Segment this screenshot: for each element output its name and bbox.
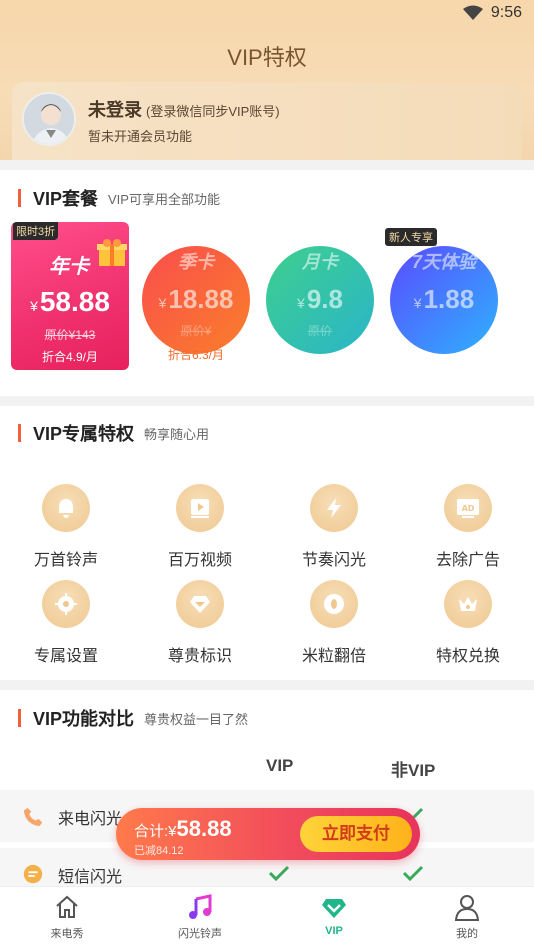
privilege-no-ads[interactable]: AD 去除广告 <box>408 484 528 570</box>
gear-icon <box>55 593 77 615</box>
section-title: VIP功能对比 <box>33 709 135 729</box>
home-icon <box>56 895 78 918</box>
bell-icon <box>59 499 73 518</box>
section-header: VIP套餐 VIP可享用全部功能 <box>18 185 220 211</box>
message-icon <box>23 864 43 884</box>
vip-header: 9:56 VIP特权 未登录 (登录微信同步VIP账号) 暂未开通会员功能 <box>0 0 534 160</box>
pay-now-button[interactable]: 立即支付 <box>300 816 412 852</box>
diamond-icon <box>190 596 210 613</box>
package-price: ¥9.8 <box>297 284 343 314</box>
section-title: VIP专属特权 <box>33 424 135 444</box>
compare-feature-label: 来电闪光 <box>58 811 123 828</box>
limited-discount-badge: 限时3折 <box>13 222 59 240</box>
flash-icon <box>327 498 341 518</box>
login-hint: (登录微信同步VIP账号) <box>146 104 280 119</box>
section-accent-bar <box>18 189 21 207</box>
payment-bar: 合计:¥58.88 已减84.12 立即支付 <box>116 808 420 860</box>
tab-flash-ringtone[interactable]: 闪光铃声 <box>150 893 250 941</box>
default-avatar-icon <box>24 94 74 144</box>
check-icon <box>268 865 290 882</box>
check-icon <box>402 865 424 882</box>
section-subtitle: 尊贵权益一目了然 <box>144 711 249 727</box>
original-price: 原价¥143 <box>44 328 96 342</box>
new-user-badge: 新人专享 <box>385 228 437 246</box>
avatar[interactable] <box>22 92 76 146</box>
tab-vip[interactable]: VIP <box>284 893 384 937</box>
privilege-ringtones[interactable]: 万首铃声 <box>6 484 126 570</box>
package-year-card[interactable]: 限时3折 年卡 ¥58.88 原价¥143 折合4.9/月 <box>11 222 129 370</box>
privilege-exchange[interactable]: 特权兑换 <box>408 580 528 666</box>
package-trial-card[interactable]: 7天体验 ¥1.88 <box>390 246 498 354</box>
package-month-card[interactable]: 月卡 ¥9.8 原价 <box>266 246 374 354</box>
package-name: 年卡 <box>49 256 89 278</box>
section-accent-bar <box>18 424 21 442</box>
package-price: ¥58.88 <box>30 286 110 317</box>
privilege-flash[interactable]: 节奏闪光 <box>274 484 394 570</box>
monthly-equivalent: 折合4.9/月 <box>41 350 99 364</box>
privilege-double-coins[interactable]: 米粒翻倍 <box>274 580 394 666</box>
membership-status: 暂未开通会员功能 <box>88 129 193 144</box>
tab-caller-show[interactable]: 来电秀 <box>17 893 117 941</box>
pay-saved: 已减84.12 <box>134 845 184 857</box>
gift-box-icon <box>97 239 127 266</box>
section-header: VIP专属特权 畅享随心用 <box>18 420 209 446</box>
phone-icon <box>23 807 43 827</box>
tab-mine[interactable]: 我的 <box>417 893 517 941</box>
crown-icon <box>459 597 477 611</box>
pay-total: 合计:¥58.88 <box>134 816 232 841</box>
music-note-icon <box>189 894 212 919</box>
status-time: 9:56 <box>490 4 522 21</box>
compare-col-vip: VIP <box>266 756 294 775</box>
original-price: 原价¥ <box>180 324 212 338</box>
status-bar: 9:56 <box>462 4 522 22</box>
package-name: 7天体验 <box>411 252 476 272</box>
monthly-equivalent: 折合6.3/月 <box>167 348 225 362</box>
section-subtitle: VIP可享用全部功能 <box>108 191 220 207</box>
privilege-badge[interactable]: 尊贵标识 <box>140 580 260 666</box>
original-price: 原价 <box>307 324 332 338</box>
package-name: 季卡 <box>178 252 214 272</box>
privilege-settings[interactable]: 专属设置 <box>6 580 126 666</box>
package-price: ¥1.88 <box>413 284 475 314</box>
package-price: ¥18.88 <box>158 284 234 314</box>
section-subtitle: 畅享随心用 <box>144 426 210 442</box>
vip-diamond-icon <box>322 899 346 918</box>
video-icon <box>191 499 209 518</box>
page-title: VIP特权 <box>227 45 307 70</box>
package-season-card[interactable]: 季卡 ¥18.88 原价¥ <box>142 246 250 354</box>
compare-feature-label: 短信闪光 <box>58 869 123 886</box>
vip-packages-section: VIP套餐 VIP可享用全部功能 限时3折 年卡 ¥58.88 原价¥143 折… <box>0 170 534 396</box>
section-title: VIP套餐 <box>33 189 99 209</box>
user-icon <box>454 895 480 921</box>
user-card[interactable]: 未登录 (登录微信同步VIP账号) 暂未开通会员功能 <box>12 82 522 160</box>
section-header: VIP功能对比 尊贵权益一目了然 <box>18 705 248 731</box>
bottom-tab-bar: 来电秀 闪光铃声 VIP 我的 <box>0 886 534 949</box>
compare-col-nonvip: 非VIP <box>391 761 436 780</box>
privilege-videos[interactable]: 百万视频 <box>140 484 260 570</box>
user-name[interactable]: 未登录 (登录微信同步VIP账号) <box>88 96 280 122</box>
package-name: 月卡 <box>302 252 338 272</box>
coin-icon <box>324 594 344 614</box>
wifi-icon <box>462 5 483 20</box>
ad-icon: AD <box>457 499 479 518</box>
section-accent-bar <box>18 709 21 727</box>
vip-privileges-section: VIP专属特权 畅享随心用 万首铃声 百万视频 节奏闪光 AD 去除广告 专属设… <box>0 406 534 680</box>
svg-text:AD: AD <box>462 504 475 513</box>
